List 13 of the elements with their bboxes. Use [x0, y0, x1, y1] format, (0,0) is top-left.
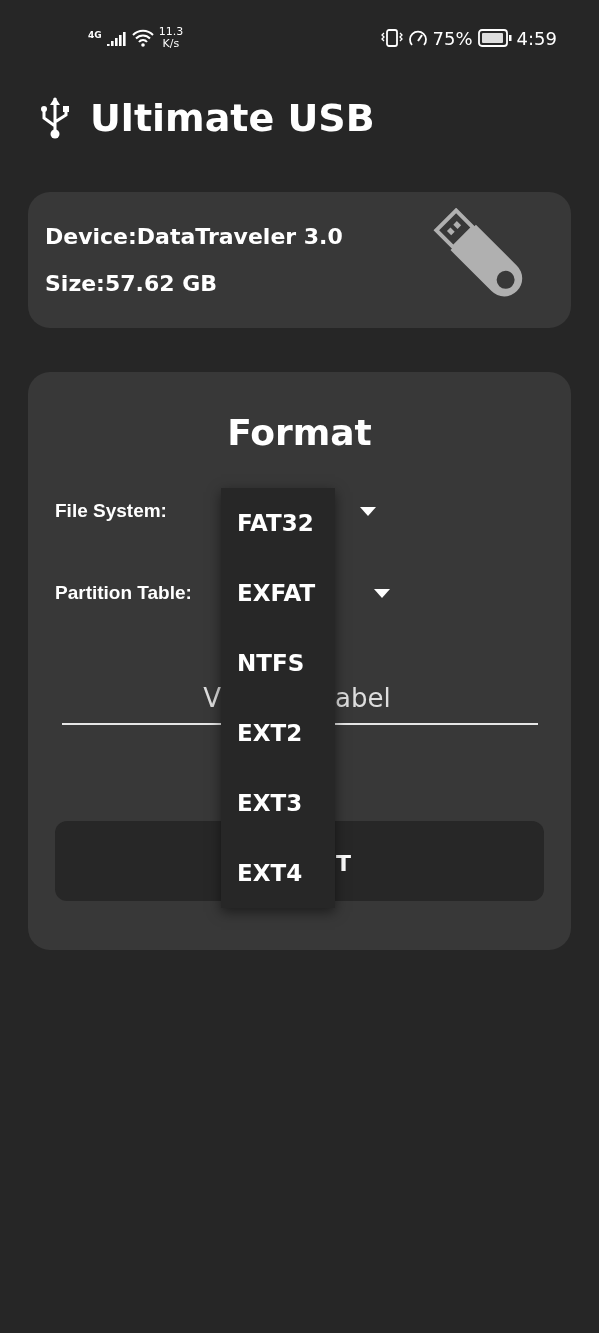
select-label: File System: — [55, 500, 167, 522]
format-title: Format — [226, 412, 373, 453]
clock-time: 4:59 — [516, 27, 557, 49]
placeholder-text: V — [203, 683, 221, 713]
select-label: Partition Table: — [55, 582, 192, 604]
device-name: Device:DataTraveler 3.0 — [45, 224, 343, 249]
network-type: 4G — [88, 30, 102, 40]
placeholder-text: abel — [335, 683, 391, 713]
speed-unit: K/s — [162, 38, 180, 50]
app-title: Ultimate USB — [90, 96, 375, 140]
device-size: Size:57.62 GB — [45, 271, 218, 296]
battery-percent: 75% — [432, 27, 473, 49]
speed-value: 11.3 — [158, 26, 184, 38]
